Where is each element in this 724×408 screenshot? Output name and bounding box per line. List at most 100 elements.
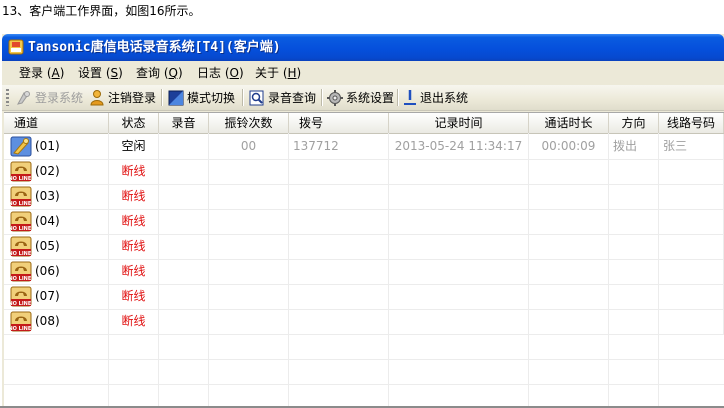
mode-switch-button[interactable]: 模式切换: [167, 85, 235, 110]
cell-channel: NO LINE!(05): [4, 234, 109, 259]
column-header-dialed[interactable]: 拨号: [289, 113, 389, 133]
cell-recording: [159, 309, 209, 334]
column-header-duration[interactable]: 通话时长: [529, 113, 609, 133]
title-bar[interactable]: Tansonic唐信电话录音系统[T4](客户端): [2, 34, 724, 61]
cell-rings: [209, 284, 289, 309]
empty-row: [4, 384, 724, 408]
svg-text:NO LINE!: NO LINE!: [10, 251, 32, 257]
menu-about-label: 关于: [255, 66, 280, 80]
empty-row: [4, 334, 724, 360]
toolbar-grip[interactable]: [6, 89, 9, 106]
search-record-icon: [249, 90, 264, 105]
svg-text:NO LINE!: NO LINE!: [10, 226, 32, 232]
menu-query-accel: Q: [168, 66, 178, 80]
channel-number: (05): [35, 239, 60, 253]
column-header-direction[interactable]: 方向: [609, 113, 659, 133]
cell-rings: [209, 309, 289, 334]
cell-direction: [609, 184, 659, 209]
no-line-icon: NO LINE!: [10, 236, 32, 257]
column-header-channel[interactable]: 通道: [4, 113, 109, 133]
no-line-icon: NO LINE!: [10, 311, 32, 332]
table-row[interactable]: NO LINE!(07) 断线: [4, 284, 724, 310]
record-query-label: 录音查询: [268, 91, 317, 105]
logout-button[interactable]: 注销登录: [88, 85, 156, 110]
channel-number: (07): [35, 289, 60, 303]
cell-line: [659, 259, 724, 284]
login-system-button[interactable]: 登录系统: [15, 85, 83, 110]
column-divider: [528, 133, 529, 408]
column-header-time[interactable]: 记录时间: [389, 113, 529, 133]
cell-recording: [159, 234, 209, 259]
channel-grid: 通道 状态 录音 振铃次数 拨号 记录时间 通话时长 方向 线路号码 (01) 空…: [4, 112, 724, 408]
cell-dialed: [289, 309, 389, 334]
menu-log-label: 日志: [197, 66, 222, 80]
cell-status: 断线: [109, 159, 159, 184]
phone-connected-icon: [10, 136, 32, 157]
login-icon: [17, 90, 30, 105]
toolbar-separator: [161, 89, 163, 106]
channel-number: (03): [35, 189, 60, 203]
logout-user-icon: [90, 89, 104, 105]
table-row[interactable]: NO LINE!(04)断线: [4, 209, 724, 235]
column-divider: [158, 133, 159, 408]
cell-status: 断线: [109, 284, 159, 309]
svg-text:NO LINE!: NO LINE!: [10, 301, 32, 307]
menu-settings-accel: S: [110, 66, 119, 80]
menu-bar: 登录 (A) 设置 (S) 查询 (Q) 日志 (O) 关于 (H): [2, 62, 724, 84]
table-row[interactable]: NO LINE!(03)断线: [4, 184, 724, 210]
system-settings-button[interactable]: 系统设置: [326, 85, 394, 110]
cell-duration: [529, 309, 609, 334]
table-row[interactable]: NO LINE!(02)断线: [4, 159, 724, 185]
cell-duration: [529, 259, 609, 284]
toolbar-separator: [321, 89, 323, 106]
record-query-button[interactable]: 录音查询: [248, 85, 316, 110]
cell-time: [389, 284, 529, 309]
table-row[interactable]: (01) 空闲 00 137712 2013-05-24 11:34:17 00:00:0…: [4, 134, 724, 160]
menu-login[interactable]: 登录 (A): [19, 62, 64, 84]
channel-number: (06): [35, 264, 60, 278]
cell-line: [659, 184, 724, 209]
table-row[interactable]: NO LINE!(06)断线: [4, 259, 724, 285]
cell-time: [389, 259, 529, 284]
grid-header: 通道 状态 录音 振铃次数 拨号 记录时间 通话时长 方向 线路号码: [4, 113, 724, 134]
menu-login-label: 登录: [19, 66, 44, 80]
cell-line: 张三: [659, 134, 724, 159]
settings-icon: [327, 89, 343, 106]
cell-line: [659, 209, 724, 234]
cell-rings: [209, 234, 289, 259]
column-header-status[interactable]: 状态: [109, 113, 159, 133]
cell-rings: [209, 259, 289, 284]
toolbar-separator: [242, 89, 244, 106]
cell-channel: NO LINE!(04): [4, 209, 109, 234]
menu-about[interactable]: 关于 (H): [255, 62, 301, 84]
table-row[interactable]: NO LINE!(05)断线: [4, 234, 724, 260]
exit-system-button[interactable]: 退出系统: [402, 85, 468, 110]
menu-about-accel: H: [287, 66, 297, 80]
cell-duration: [529, 184, 609, 209]
column-header-line[interactable]: 线路号码: [659, 113, 724, 133]
cell-recording: [159, 284, 209, 309]
menu-settings[interactable]: 设置 (S): [78, 62, 123, 84]
no-line-icon: NO LINE!: [10, 186, 32, 207]
cell-status: 断线: [109, 209, 159, 234]
column-header-recording[interactable]: 录音: [159, 113, 209, 133]
toolbar: 登录系统 注销登录 模式切换 录音查询 系统设置 退出系统: [2, 85, 724, 111]
cell-duration: 00:00:09: [529, 134, 609, 159]
menu-log[interactable]: 日志 (O): [197, 62, 244, 84]
column-header-rings[interactable]: 振铃次数: [209, 113, 289, 133]
cell-dialed: [289, 184, 389, 209]
no-line-icon: NO LINE!: [10, 161, 32, 182]
cell-direction: [609, 259, 659, 284]
column-divider: [108, 133, 109, 408]
cell-duration: [529, 159, 609, 184]
cell-recording: [159, 134, 209, 159]
column-divider: [288, 133, 289, 408]
cell-direction: [609, 209, 659, 234]
table-row[interactable]: NO LINE!(08)断线: [4, 309, 724, 335]
cell-direction: 拨出: [609, 134, 659, 159]
cell-channel: NO LINE!(06): [4, 259, 109, 284]
menu-query[interactable]: 查询 (Q): [136, 62, 183, 84]
channel-number: (08): [35, 314, 60, 328]
cell-time: [389, 309, 529, 334]
cell-direction: [609, 159, 659, 184]
